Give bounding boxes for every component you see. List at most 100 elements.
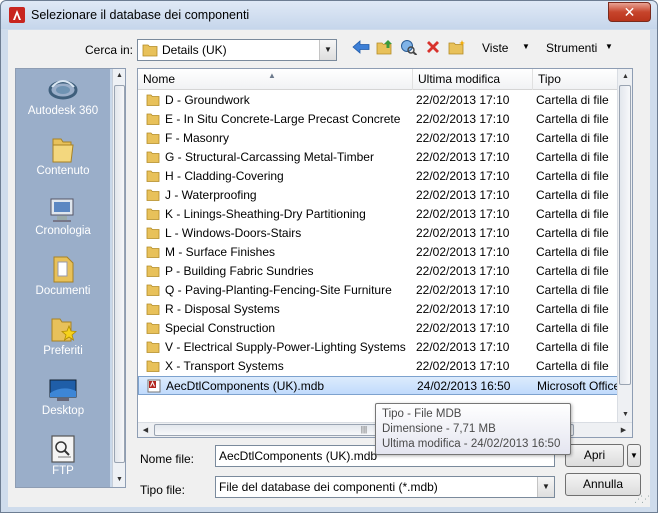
row-name: V - Electrical Supply-Power-Lighting Sys… bbox=[165, 340, 406, 354]
file-row-selected[interactable]: AecDtlComponents (UK).mdb 24/02/2013 16:5… bbox=[138, 376, 632, 395]
place-content[interactable]: Contenuto bbox=[16, 133, 110, 177]
row-type: Cartella di file bbox=[536, 264, 609, 278]
scroll-down-arrow-icon[interactable]: ▼ bbox=[113, 473, 126, 487]
scroll-left-arrow-icon[interactable]: ◀ bbox=[138, 423, 153, 437]
folder-row[interactable]: K - Linings-Sheathing-Dry Partitioning 22… bbox=[138, 205, 632, 224]
places-scrollbar[interactable]: ▲ ▼ bbox=[112, 69, 125, 487]
row-date: 22/02/2013 17:10 bbox=[416, 321, 510, 335]
scroll-down-arrow-icon[interactable]: ▼ bbox=[618, 407, 632, 422]
row-type: Cartella di file bbox=[536, 283, 609, 297]
row-name: R - Disposal Systems bbox=[165, 302, 280, 316]
delete-button[interactable] bbox=[423, 39, 443, 59]
file-list-vscrollbar[interactable]: ▲ ▼ bbox=[617, 69, 632, 422]
look-in-combo[interactable]: Details (UK) ▼ bbox=[137, 39, 337, 61]
look-in-value: Details (UK) bbox=[162, 43, 227, 57]
row-date: 22/02/2013 17:10 bbox=[416, 131, 510, 145]
filename-label: Nome file: bbox=[140, 452, 195, 466]
views-chevron-down-icon[interactable]: ▼ bbox=[522, 42, 530, 51]
look-in-label: Cerca in: bbox=[85, 43, 134, 57]
row-type: Cartella di file bbox=[536, 359, 609, 373]
places-list: Autodesk 360 Contenuto Cronologia Docume… bbox=[16, 69, 110, 487]
row-name: L - Windows-Doors-Stairs bbox=[165, 226, 302, 240]
cancel-button-label: Annulla bbox=[582, 477, 624, 491]
folder-row[interactable]: E - In Situ Concrete-Large Precast Concr… bbox=[138, 110, 632, 129]
search-web-button[interactable] bbox=[399, 39, 419, 59]
tooltip-modified: Ultima modifica - 24/02/2013 16:50 bbox=[382, 438, 561, 450]
open-options-dropdown[interactable]: ▼ bbox=[627, 444, 641, 467]
back-arrow-icon bbox=[352, 40, 370, 54]
folder-icon bbox=[146, 302, 160, 316]
place-documents[interactable]: Documenti bbox=[16, 253, 110, 297]
row-name: E - In Situ Concrete-Large Precast Concr… bbox=[165, 112, 401, 126]
close-button[interactable]: ✕ bbox=[608, 2, 651, 22]
folder-icon bbox=[146, 340, 160, 354]
folder-row[interactable]: L - Windows-Doors-Stairs 22/02/2013 17:10… bbox=[138, 224, 632, 243]
row-date: 22/02/2013 17:10 bbox=[416, 340, 510, 354]
place-ftp[interactable]: FTP bbox=[16, 433, 110, 477]
folder-icon bbox=[146, 150, 160, 164]
folder-row[interactable]: X - Transport Systems 22/02/2013 17:10 Car… bbox=[138, 357, 632, 376]
views-menu[interactable]: Viste bbox=[482, 41, 508, 55]
row-type: Cartella di file bbox=[536, 188, 609, 202]
chevron-down-icon[interactable]: ▼ bbox=[319, 40, 336, 60]
tooltip-size: Dimensione - 7,71 MB bbox=[382, 423, 496, 435]
folder-row[interactable]: P - Building Fabric Sundries 22/02/2013 1… bbox=[138, 262, 632, 281]
folder-row[interactable]: M - Surface Finishes 22/02/2013 17:10 Cart… bbox=[138, 243, 632, 262]
row-date: 22/02/2013 17:10 bbox=[416, 283, 510, 297]
folder-row[interactable]: H - Cladding-Covering 22/02/2013 17:10 Car… bbox=[138, 167, 632, 186]
column-type-label: Tipo bbox=[538, 72, 561, 86]
column-header: Nome ▲ Ultima modifica Tipo bbox=[138, 69, 632, 90]
folder-row[interactable]: J - Waterproofing 22/02/2013 17:10 Cartell… bbox=[138, 186, 632, 205]
column-name-label: Nome bbox=[143, 72, 176, 86]
folder-row[interactable]: R - Disposal Systems 22/02/2013 17:10 Cart… bbox=[138, 300, 632, 319]
scroll-right-arrow-icon[interactable]: ▶ bbox=[616, 423, 631, 437]
place-autodesk-360[interactable]: Autodesk 360 bbox=[16, 73, 110, 117]
folder-row[interactable]: G - Structural-Carcassing Metal-Timber 22… bbox=[138, 148, 632, 167]
tools-menu[interactable]: Strumenti bbox=[546, 41, 597, 55]
cancel-button[interactable]: Annulla bbox=[565, 473, 641, 496]
favorites-icon bbox=[51, 318, 77, 342]
column-name[interactable]: Nome ▲ bbox=[138, 69, 413, 90]
new-folder-button[interactable] bbox=[447, 39, 467, 59]
row-name: J - Waterproofing bbox=[165, 188, 257, 202]
row-date: 22/02/2013 17:10 bbox=[416, 226, 510, 240]
row-date: 22/02/2013 17:10 bbox=[416, 302, 510, 316]
folder-icon bbox=[146, 264, 160, 278]
title-bar[interactable]: Selezionare il database dei componenti ✕ bbox=[1, 1, 657, 29]
chevron-down-icon[interactable]: ▼ bbox=[537, 477, 554, 497]
folder-row[interactable]: F - Masonry 22/02/2013 17:10 Cartella di f… bbox=[138, 129, 632, 148]
place-favorites[interactable]: Preferiti bbox=[16, 313, 110, 357]
row-type: Cartella di file bbox=[536, 150, 609, 164]
tools-chevron-down-icon[interactable]: ▼ bbox=[605, 42, 613, 51]
up-folder-button[interactable] bbox=[375, 39, 395, 59]
open-button[interactable]: Apri bbox=[565, 444, 624, 467]
vscroll-thumb[interactable] bbox=[619, 85, 631, 385]
row-name: Special Construction bbox=[165, 321, 276, 335]
column-modified-label: Ultima modifica bbox=[418, 72, 501, 86]
back-button[interactable] bbox=[351, 39, 371, 59]
autodesk-360-icon bbox=[48, 80, 78, 100]
row-name: M - Surface Finishes bbox=[165, 245, 276, 259]
place-label: Autodesk 360 bbox=[27, 105, 99, 117]
row-name: X - Transport Systems bbox=[165, 359, 284, 373]
place-history[interactable]: Cronologia bbox=[16, 193, 110, 237]
row-name: Q - Paving-Planting-Fencing-Site Furnitu… bbox=[165, 283, 392, 297]
row-type: Cartella di file bbox=[536, 131, 609, 145]
filetype-select[interactable]: File del database dei componenti (*.mdb)… bbox=[215, 476, 555, 498]
row-name: K - Linings-Sheathing-Dry Partitioning bbox=[165, 207, 366, 221]
place-desktop[interactable]: Desktop bbox=[16, 373, 110, 417]
folder-icon bbox=[146, 93, 160, 107]
scroll-up-arrow-icon[interactable]: ▲ bbox=[113, 69, 126, 83]
folder-row[interactable]: Q - Paving-Planting-Fencing-Site Furnitu… bbox=[138, 281, 632, 300]
scroll-up-arrow-icon[interactable]: ▲ bbox=[618, 69, 632, 84]
folder-icon bbox=[146, 131, 160, 145]
column-modified[interactable]: Ultima modifica bbox=[413, 69, 533, 90]
row-name: G - Structural-Carcassing Metal-Timber bbox=[165, 150, 374, 164]
folder-row[interactable]: V - Electrical Supply-Power-Lighting Sys… bbox=[138, 338, 632, 357]
resize-grip[interactable]: ⋰⋰ bbox=[634, 494, 650, 505]
folder-row[interactable]: D - Groundwork 22/02/2013 17:10 Cartella d… bbox=[138, 91, 632, 110]
folder-icon bbox=[146, 169, 160, 183]
folder-row[interactable]: Special Construction 22/02/2013 17:10 Cart… bbox=[138, 319, 632, 338]
places-scroll-thumb[interactable] bbox=[114, 85, 125, 463]
sort-ascending-icon: ▲ bbox=[268, 71, 276, 80]
